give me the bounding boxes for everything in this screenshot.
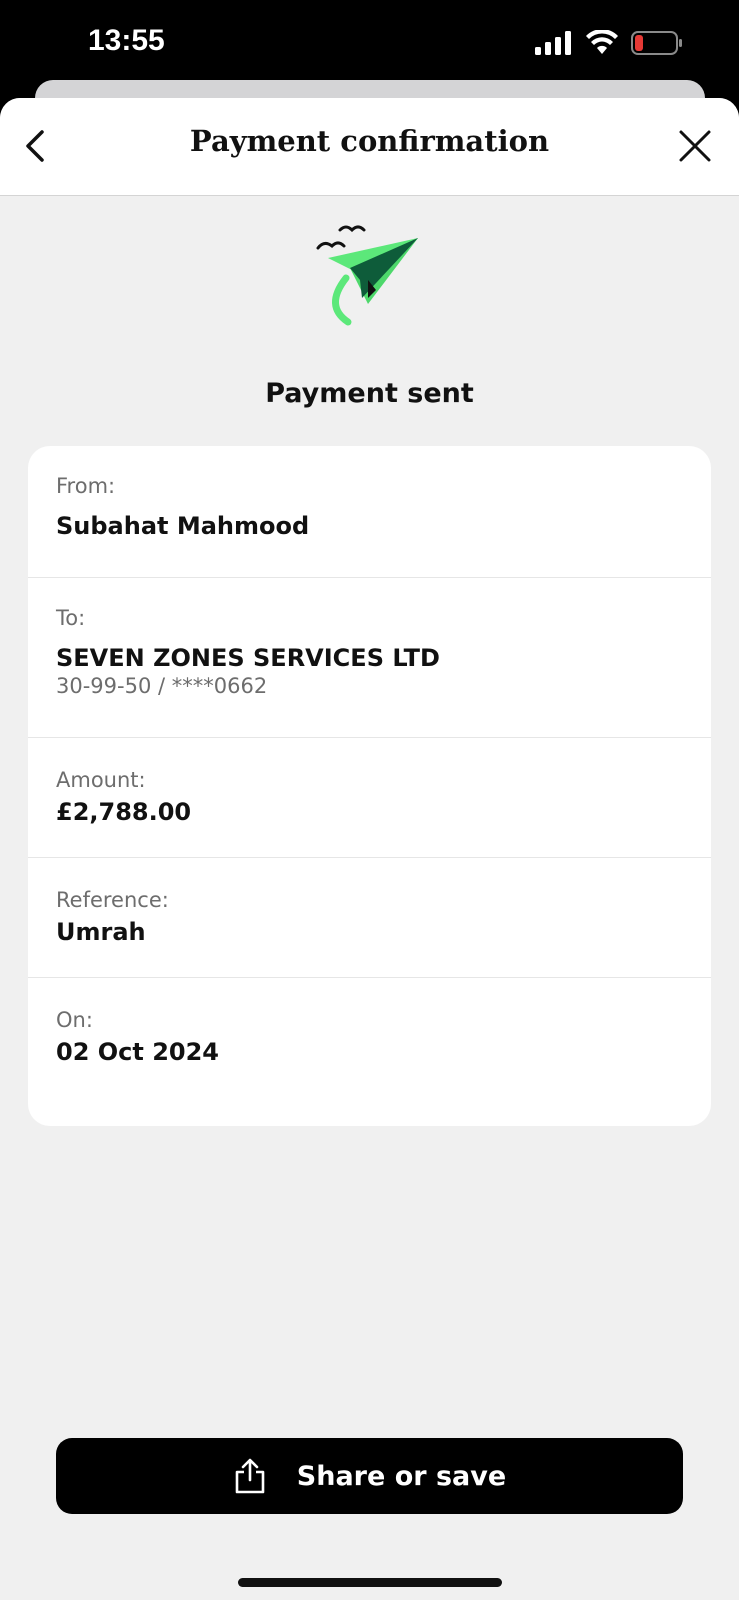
share-button-label: Share or save: [296, 1460, 507, 1492]
date-value: 02 Oct 2024: [56, 1038, 220, 1066]
close-icon[interactable]: [675, 126, 715, 166]
amount-value: £2,788.00: [56, 798, 192, 826]
share-icon: [235, 1458, 265, 1494]
share-or-save-button[interactable]: Share or save: [56, 1438, 683, 1514]
from-value: Subahat Mahmood: [56, 512, 310, 540]
reference-value: Umrah: [56, 918, 146, 946]
date-label: On:: [56, 1008, 93, 1032]
to-value: SEVEN ZONES SERVICES LTD: [56, 644, 440, 672]
home-indicator: [238, 1578, 502, 1587]
status-icons: [535, 30, 683, 56]
paper-plane-icon: [316, 225, 418, 326]
reference-row: Reference: Umrah: [28, 858, 711, 978]
payment-details-card: From: Subahat Mahmood To: SEVEN ZONES SE…: [28, 446, 711, 1126]
cellular-signal-icon: [535, 31, 571, 55]
to-row: To: SEVEN ZONES SERVICES LTD 30-99-50 / …: [28, 578, 711, 738]
payment-sent-heading: Payment sent: [265, 378, 474, 409]
to-account-details: 30-99-50 / ****0662: [56, 674, 268, 698]
navigation-bar: Payment confirmation: [0, 98, 739, 196]
amount-label: Amount:: [56, 768, 146, 792]
battery-icon: [631, 31, 682, 55]
page-title: Payment confirmation: [189, 124, 550, 158]
to-label: To:: [56, 606, 86, 630]
payment-confirmation-sheet: Payment confirmation Payment sent From: …: [0, 98, 739, 1600]
reference-label: Reference:: [56, 888, 169, 912]
amount-row: Amount: £2,788.00: [28, 738, 711, 858]
date-row: On: 02 Oct 2024: [28, 978, 711, 1126]
wifi-icon: [586, 30, 618, 54]
from-row: From: Subahat Mahmood: [28, 446, 711, 578]
status-time: 13:55: [88, 24, 165, 57]
from-label: From:: [56, 474, 116, 498]
